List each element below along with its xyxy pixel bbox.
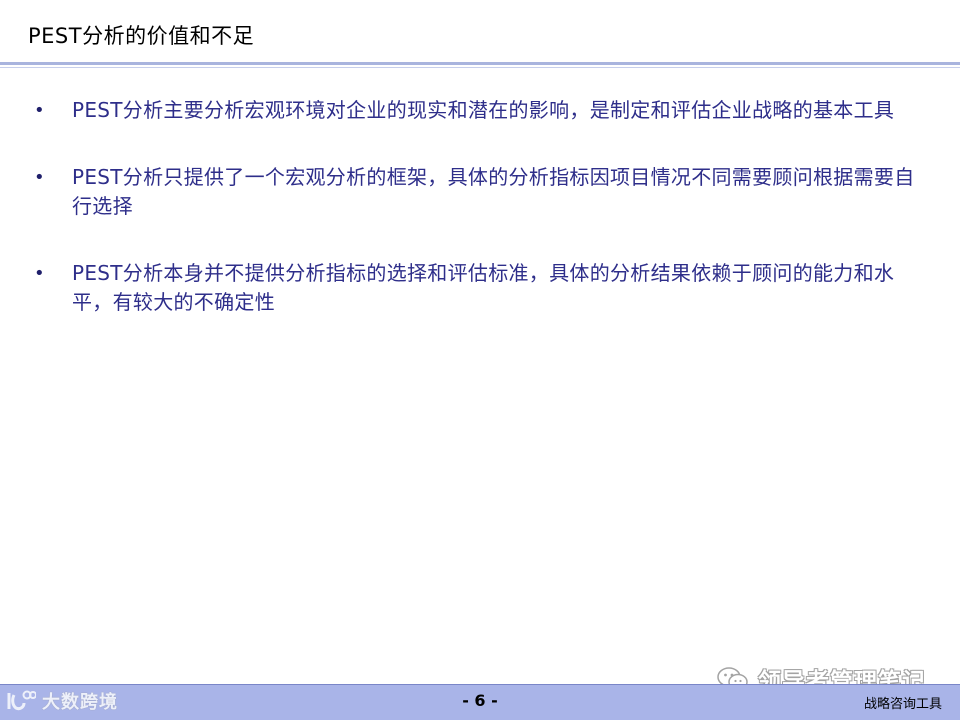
bullet-text: PEST分析主要分析宏观环境对企业的现实和潜在的影响，是制定和评估企业战略的基本… <box>72 98 895 122</box>
bullet-marker: • <box>34 100 45 121</box>
title-divider <box>0 62 960 65</box>
footer-right-label: 战略咨询工具 <box>863 697 942 712</box>
bullet-item: • PEST分析主要分析宏观环境对企业的现实和潜在的影响，是制定和评估企业战略的… <box>34 96 924 125</box>
page-number: - 6 - <box>462 691 498 710</box>
bullet-marker: • <box>34 167 45 188</box>
bullet-text: PEST分析只提供了一个宏观分析的框架，具体的分析指标因项目情况不同需要顾问根据… <box>72 165 915 218</box>
bullet-marker: • <box>34 263 45 284</box>
bullet-list: • PEST分析主要分析宏观环境对企业的现实和潜在的影响，是制定和评估企业战略的… <box>34 96 924 355</box>
title-divider-thin <box>0 67 960 68</box>
slide-title: PEST分析的价值和不足 <box>28 24 255 48</box>
bullet-text: PEST分析本身并不提供分析指标的选择和评估标准，具体的分析结果依赖于顾问的能力… <box>72 261 895 314</box>
bullet-item: • PEST分析本身并不提供分析指标的选择和评估标准，具体的分析结果依赖于顾问的… <box>34 259 924 317</box>
bullet-item: • PEST分析只提供了一个宏观分析的框架，具体的分析指标因项目情况不同需要顾问… <box>34 163 924 221</box>
